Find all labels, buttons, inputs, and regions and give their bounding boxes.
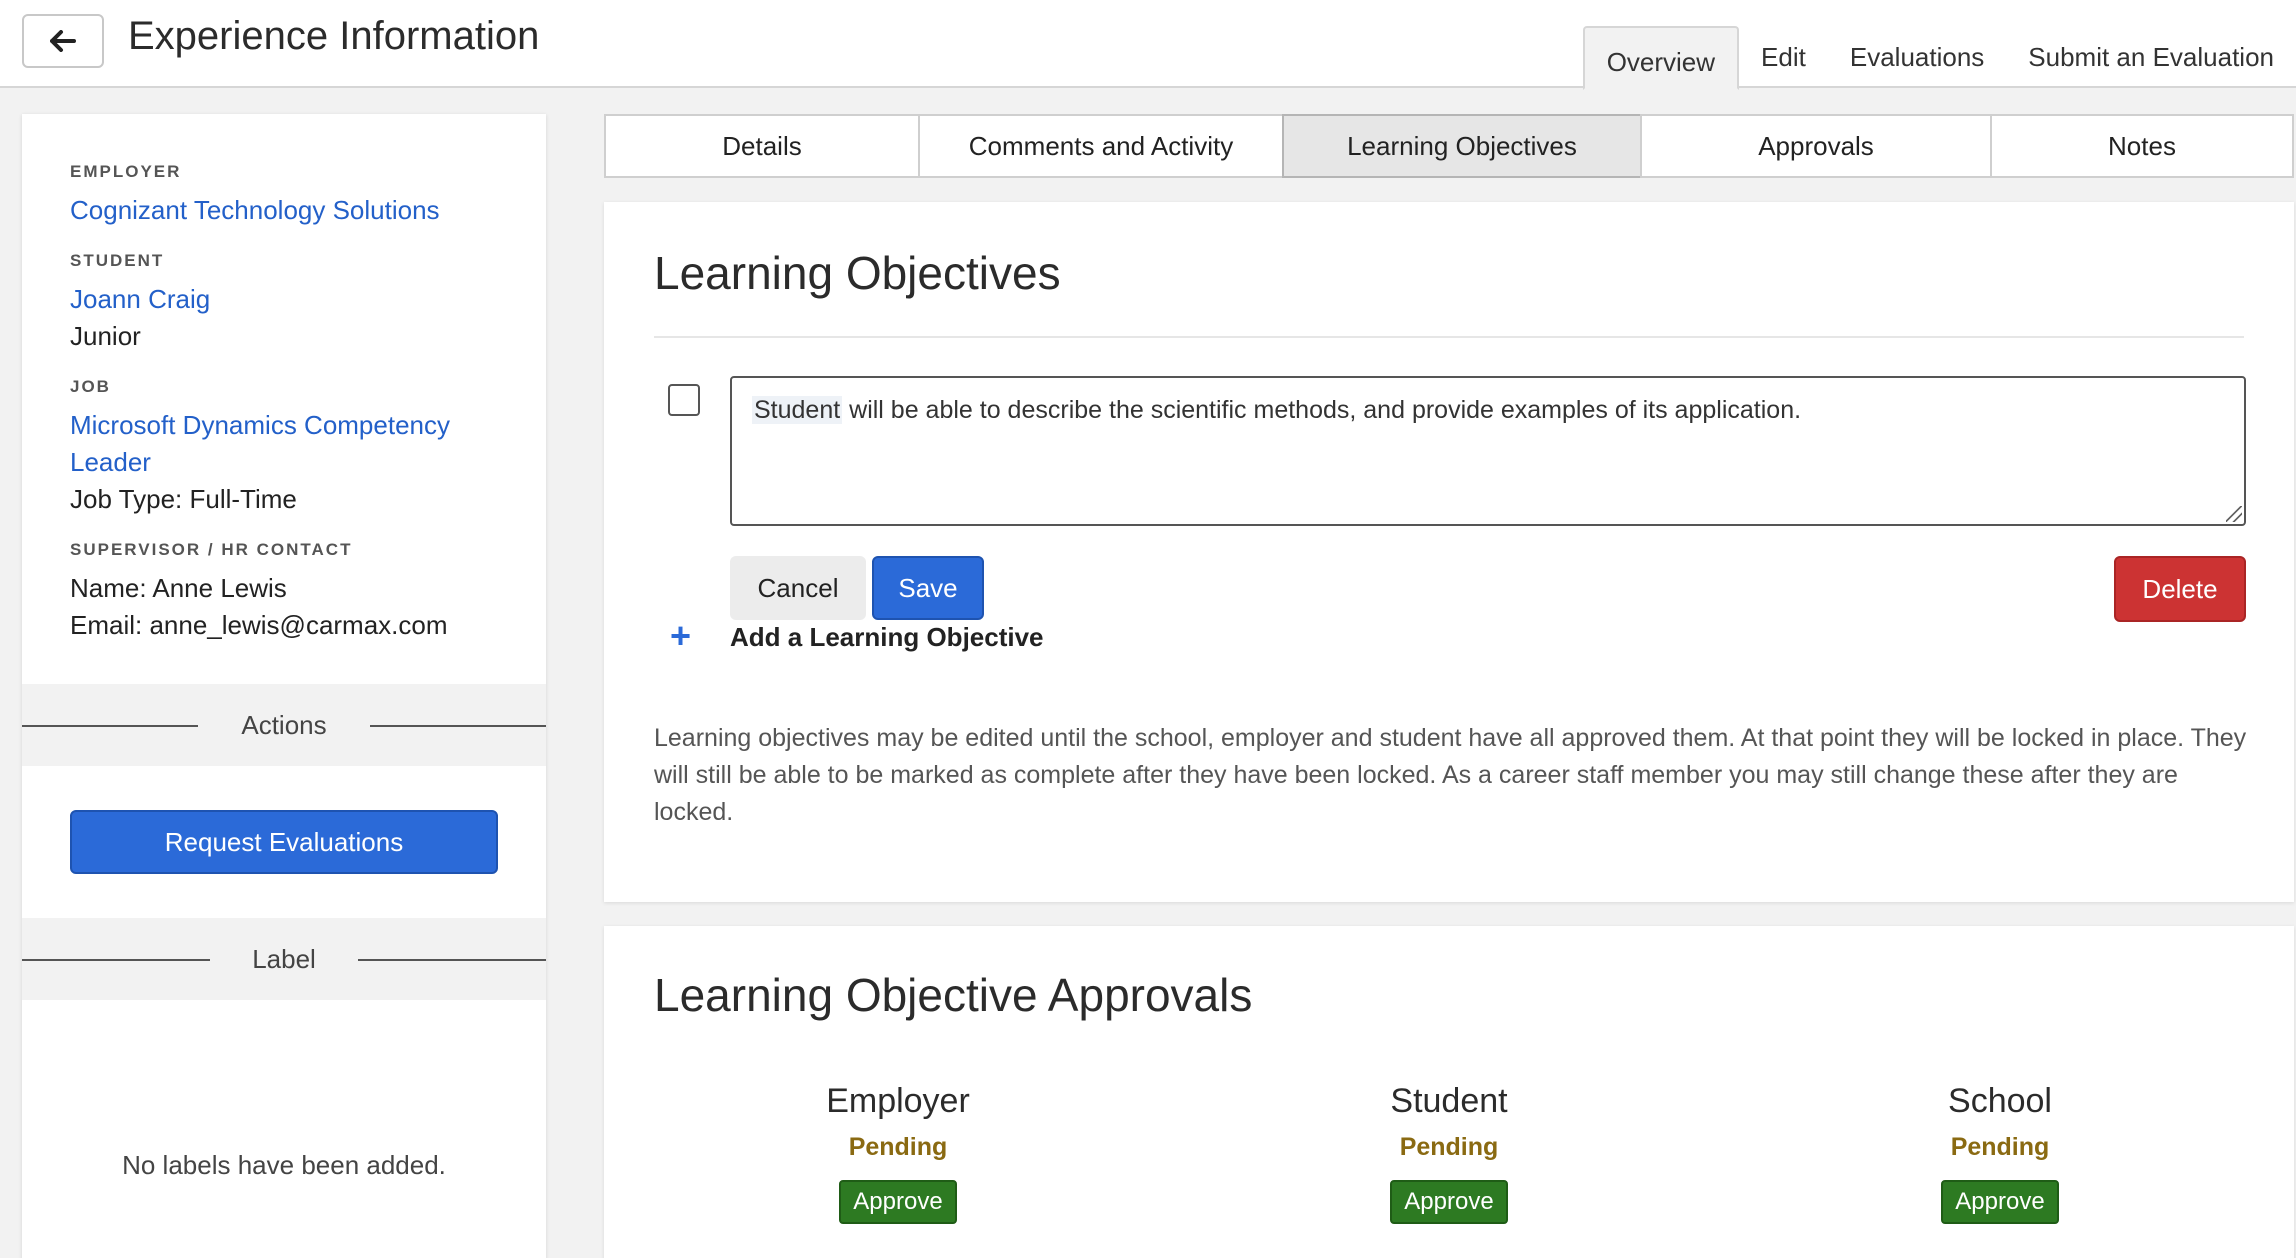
employer-link[interactable]: Cognizant Technology Solutions xyxy=(70,192,498,229)
save-button[interactable]: Save xyxy=(872,556,984,620)
objective-textarea[interactable]: Student will be able to describe the sci… xyxy=(730,376,2246,526)
label-divider: Label xyxy=(22,918,546,1000)
divider-line xyxy=(358,959,546,961)
top-tabs: Overview Edit Evaluations Submit an Eval… xyxy=(1582,26,2296,90)
objective-text: will be able to describe the scientific … xyxy=(842,396,1802,424)
approval-party-name: Employer xyxy=(826,1082,970,1120)
approval-student: Student Pending Approve xyxy=(1299,1082,1599,1224)
approval-party-name: School xyxy=(1948,1082,2052,1120)
approve-button[interactable]: Approve xyxy=(839,1180,957,1224)
back-button[interactable] xyxy=(22,14,104,68)
resize-handle[interactable] xyxy=(2226,506,2242,522)
add-learning-objective-link[interactable]: Add a Learning Objective xyxy=(730,622,1044,653)
approvals-title: Learning Objective Approvals xyxy=(654,969,1253,1021)
divider-line xyxy=(370,725,546,727)
tab-evaluations[interactable]: Evaluations xyxy=(1828,26,2006,88)
tab-edit[interactable]: Edit xyxy=(1739,26,1828,88)
help-text: Learning objectives may be edited until … xyxy=(654,724,2247,826)
actions-heading: Actions xyxy=(213,709,355,741)
tab-details[interactable]: Details xyxy=(604,114,920,178)
no-labels-message: No labels have been added. xyxy=(122,1150,446,1180)
approvals-grid: Employer Pending Approve Student Pending… xyxy=(604,1050,2294,1250)
card-divider xyxy=(654,336,2244,338)
approval-party-name: Student xyxy=(1390,1082,1508,1120)
cancel-button[interactable]: Cancel xyxy=(730,556,866,620)
approval-status: Pending xyxy=(848,1133,948,1161)
job-title-line2: Leader xyxy=(70,447,151,477)
approval-employer: Employer Pending Approve xyxy=(748,1082,1048,1224)
divider-line xyxy=(22,959,210,961)
approvals-card: Learning Objective Approvals Employer Pe… xyxy=(604,926,2294,1258)
supervisor-email: Email: anne_lewis@carmax.com xyxy=(70,610,448,640)
objective-complete-checkbox[interactable] xyxy=(668,384,700,416)
employer-label: EMPLOYER xyxy=(70,162,182,181)
actions-divider: Actions xyxy=(22,684,546,766)
student-year: Junior xyxy=(70,321,141,351)
learning-objectives-title: Learning Objectives xyxy=(654,247,1061,299)
approval-status: Pending xyxy=(1399,1133,1499,1161)
main-tabs: Details Comments and Activity Learning O… xyxy=(604,114,2294,178)
objective-highlight: Student xyxy=(752,396,843,424)
divider-line xyxy=(22,725,198,727)
job-link[interactable]: Microsoft Dynamics Competency Leader xyxy=(70,407,498,481)
delete-button[interactable]: Delete xyxy=(2114,556,2246,622)
request-evaluations-button[interactable]: Request Evaluations xyxy=(70,810,498,874)
tab-approvals[interactable]: Approvals xyxy=(1640,114,1992,178)
learning-objectives-card: Learning Objectives Student will be able… xyxy=(604,202,2294,902)
sidebar: EMPLOYER Cognizant Technology Solutions … xyxy=(22,114,546,1258)
supervisor-label: SUPERVISOR / HR CONTACT xyxy=(70,540,353,559)
approve-button[interactable]: Approve xyxy=(1390,1180,1508,1224)
page-title: Experience Information xyxy=(128,14,540,58)
supervisor-name: Name: Anne Lewis xyxy=(70,573,287,603)
student-label: STUDENT xyxy=(70,251,165,270)
tab-notes[interactable]: Notes xyxy=(1990,114,2294,178)
job-title-line1: Microsoft Dynamics Competency xyxy=(70,410,450,440)
approve-button[interactable]: Approve xyxy=(1941,1180,2059,1224)
approval-school: School Pending Approve xyxy=(1850,1082,2150,1224)
student-link[interactable]: Joann Craig xyxy=(70,281,498,318)
approval-status: Pending xyxy=(1950,1133,2050,1161)
plus-icon[interactable]: + xyxy=(670,618,691,654)
job-label: JOB xyxy=(70,377,111,396)
experience-summary: EMPLOYER Cognizant Technology Solutions … xyxy=(22,114,546,684)
tab-learning-objectives[interactable]: Learning Objectives xyxy=(1282,114,1642,178)
tab-comments-activity[interactable]: Comments and Activity xyxy=(918,114,1284,178)
tab-submit-evaluation[interactable]: Submit an Evaluation xyxy=(2006,26,2296,88)
arrow-left-icon xyxy=(50,30,76,52)
page-header: Experience Information Overview Edit Eva… xyxy=(0,0,2296,90)
tab-overview[interactable]: Overview xyxy=(1582,26,1740,90)
label-heading: Label xyxy=(224,943,344,975)
job-type: Job Type: Full-Time xyxy=(70,484,297,514)
